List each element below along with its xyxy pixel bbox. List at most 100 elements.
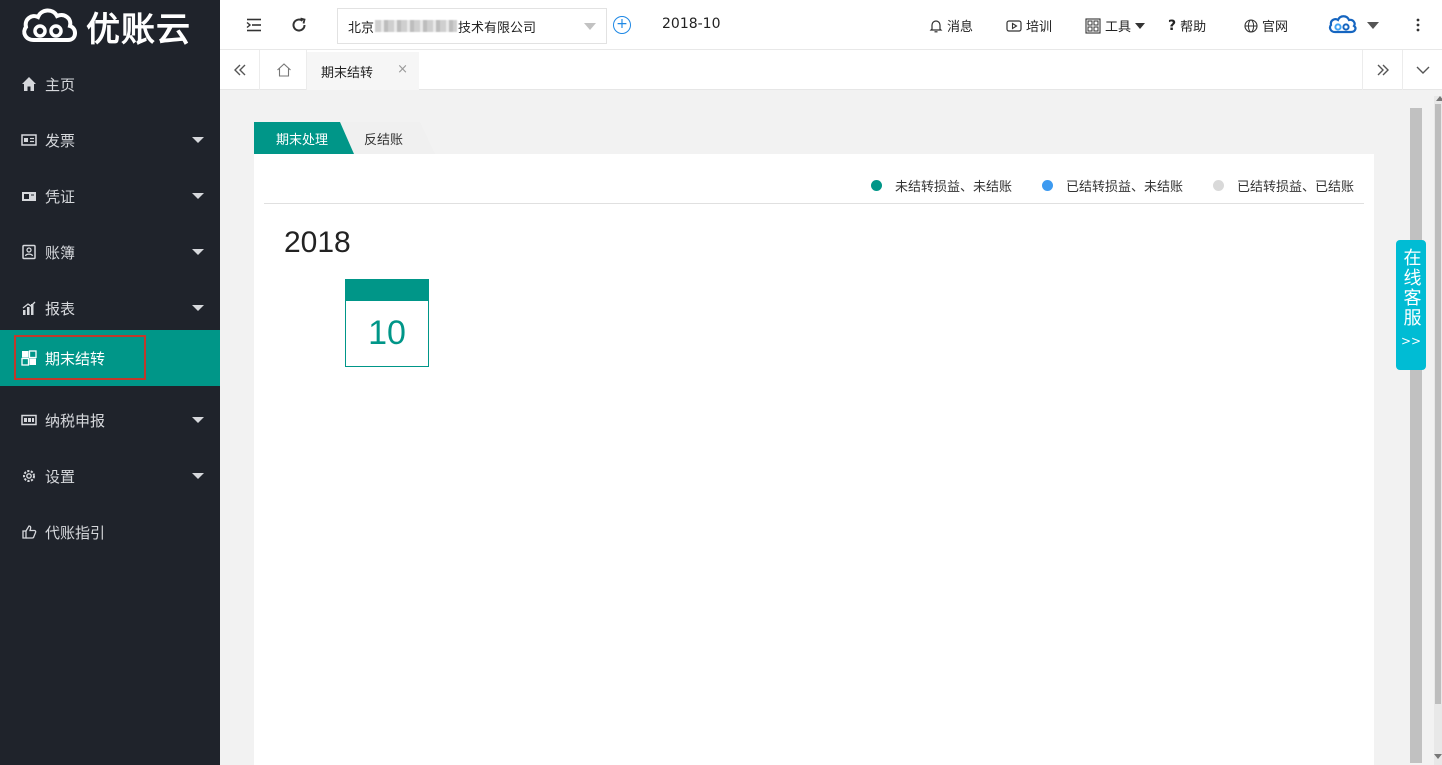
scroll-down-arrow[interactable] <box>1434 754 1442 759</box>
double-chevron-right-icon <box>1377 64 1389 76</box>
current-period[interactable]: 2018-10 <box>662 16 721 32</box>
add-company-button[interactable]: + <box>613 16 631 34</box>
chevron-down-icon <box>1367 21 1379 29</box>
scrollbar[interactable] <box>1408 90 1442 765</box>
tabs-menu-button[interactable] <box>1402 50 1442 90</box>
chevron-down-icon <box>192 417 204 423</box>
scrollbar-thumb[interactable] <box>1435 104 1441 704</box>
video-icon <box>1006 19 1022 33</box>
avatar-cloud-icon <box>1327 13 1357 37</box>
home-icon <box>20 75 38 93</box>
sidebar: 优账云 主页 发票 凭证 账簿 报表 期末结转 纳税申报 设置 代账指引 <box>0 0 220 765</box>
gear-icon <box>20 467 38 485</box>
company-select[interactable]: 北京 技术有限公司 <box>337 8 607 44</box>
sidebar-item-label: 代账指引 <box>45 523 106 542</box>
tab-period-close[interactable]: 期末结转 × <box>307 50 419 90</box>
sidebar-item-label: 凭证 <box>45 187 76 206</box>
month-tile[interactable]: 10 <box>345 279 429 367</box>
sidebar-item-label: 主页 <box>45 75 76 94</box>
company-name-prefix: 北京 <box>348 20 375 36</box>
messages-label: 消息 <box>947 20 974 35</box>
service-label: 在线客服 <box>1400 248 1422 328</box>
sidebar-item-home[interactable]: 主页 <box>0 56 220 112</box>
ledger-icon <box>20 243 38 261</box>
chevron-down-icon <box>1135 22 1146 29</box>
user-menu[interactable] <box>1327 13 1379 37</box>
close-icon[interactable]: × <box>397 62 408 77</box>
sidebar-item-label: 发票 <box>45 131 76 150</box>
tabs-scroll-right-button[interactable] <box>1362 50 1402 90</box>
globe-icon <box>1244 18 1258 33</box>
training-label: 培训 <box>1026 20 1053 35</box>
service-arrow: >> <box>1400 334 1422 348</box>
top-bar: 北京 技术有限公司 + 2018-10 消息 培训 工具 ? 帮助 官网 <box>220 0 1442 50</box>
tab-label: 期末结转 <box>321 65 374 81</box>
collapse-menu-icon[interactable] <box>244 15 264 35</box>
sidebar-item-period-close[interactable]: 期末结转 <box>0 330 220 386</box>
chevron-down-icon <box>584 23 596 30</box>
chevron-down-icon <box>192 473 204 479</box>
help-label: 帮助 <box>1180 20 1207 35</box>
sidebar-item-label: 账簿 <box>45 243 76 262</box>
sidebar-item-voucher[interactable]: 凭证 <box>0 168 220 224</box>
brand-logo[interactable]: 优账云 <box>0 0 220 52</box>
month-number: 10 <box>368 314 406 352</box>
tools-menu[interactable]: 工具 <box>1085 16 1146 35</box>
chevron-down-icon <box>192 193 204 199</box>
refresh-icon[interactable] <box>289 15 309 35</box>
tab-bar: 期末结转 × <box>220 50 1442 90</box>
legend-label: 已结转损益、已结账 <box>1236 180 1354 195</box>
sidebar-item-label: 纳税申报 <box>45 411 106 430</box>
question-icon: ? <box>1168 17 1177 34</box>
training-link[interactable]: 培训 <box>1006 16 1052 35</box>
sidebar-item-invoice[interactable]: 发票 <box>0 112 220 168</box>
double-chevron-left-icon <box>233 64 245 76</box>
legend-dot <box>1212 180 1224 191</box>
subtab-reverse-close[interactable]: 反结账 <box>340 122 435 154</box>
chart-icon <box>20 299 38 317</box>
legend-label: 已结转损益、未结账 <box>1065 180 1183 195</box>
help-link[interactable]: ? 帮助 <box>1168 16 1207 36</box>
legend-label: 未结转损益、未结账 <box>894 180 1012 195</box>
website-label: 官网 <box>1262 20 1289 35</box>
sidebar-item-tax[interactable]: 纳税申报 <box>0 392 220 448</box>
sidebar-item-label: 报表 <box>45 299 76 318</box>
company-name-suffix: 技术有限公司 <box>458 20 537 36</box>
legend-item: 已结转损益、未结账 <box>1041 176 1183 195</box>
tax-icon <box>20 411 38 429</box>
sidebar-item-guide[interactable]: 代账指引 <box>0 504 220 560</box>
highlight-outline <box>14 335 146 380</box>
cloud-logo-icon <box>22 8 77 42</box>
online-service-button[interactable]: 在线客服 >> <box>1396 240 1426 370</box>
home-outline-icon <box>276 63 291 77</box>
tab-home[interactable] <box>261 50 307 90</box>
tabs-scroll-left-button[interactable] <box>220 50 260 90</box>
chevron-down-icon <box>1416 66 1429 74</box>
sidebar-item-label: 设置 <box>45 467 76 486</box>
redacted-text <box>375 20 458 32</box>
legend-dot <box>870 180 882 191</box>
grid-tools-icon <box>1085 17 1101 34</box>
sidebar-item-settings[interactable]: 设置 <box>0 448 220 504</box>
messages-link[interactable]: 消息 <box>929 16 973 35</box>
month-tile-header <box>346 280 428 301</box>
voucher-icon <box>20 187 38 205</box>
scrollbar-track[interactable] <box>1410 108 1422 763</box>
more-vertical-icon[interactable] <box>1408 15 1428 35</box>
tools-label: 工具 <box>1105 20 1132 35</box>
guide-icon <box>20 523 38 541</box>
year-heading: 2018 <box>284 226 351 259</box>
chevron-down-icon <box>192 305 204 311</box>
website-link[interactable]: 官网 <box>1244 16 1288 35</box>
sidebar-item-reports[interactable]: 报表 <box>0 280 220 336</box>
status-legend: 未结转损益、未结账 已结转损益、未结账 已结转损益、已结账 <box>841 176 1354 195</box>
invoice-icon <box>20 131 38 149</box>
period-card: 未结转损益、未结账 已结转损益、未结账 已结转损益、已结账 2018 10 <box>254 154 1374 765</box>
scroll-up-arrow[interactable] <box>1436 96 1442 101</box>
bell-icon <box>929 19 943 33</box>
chevron-down-icon <box>192 137 204 143</box>
main-content: 反结账 期末处理 未结转损益、未结账 已结转损益、未结账 已结转损益、已结账 2… <box>220 90 1408 765</box>
subtab-period-processing[interactable]: 期末处理 <box>254 122 354 154</box>
brand-name: 优账云 <box>86 9 191 50</box>
sidebar-item-ledger[interactable]: 账簿 <box>0 224 220 280</box>
